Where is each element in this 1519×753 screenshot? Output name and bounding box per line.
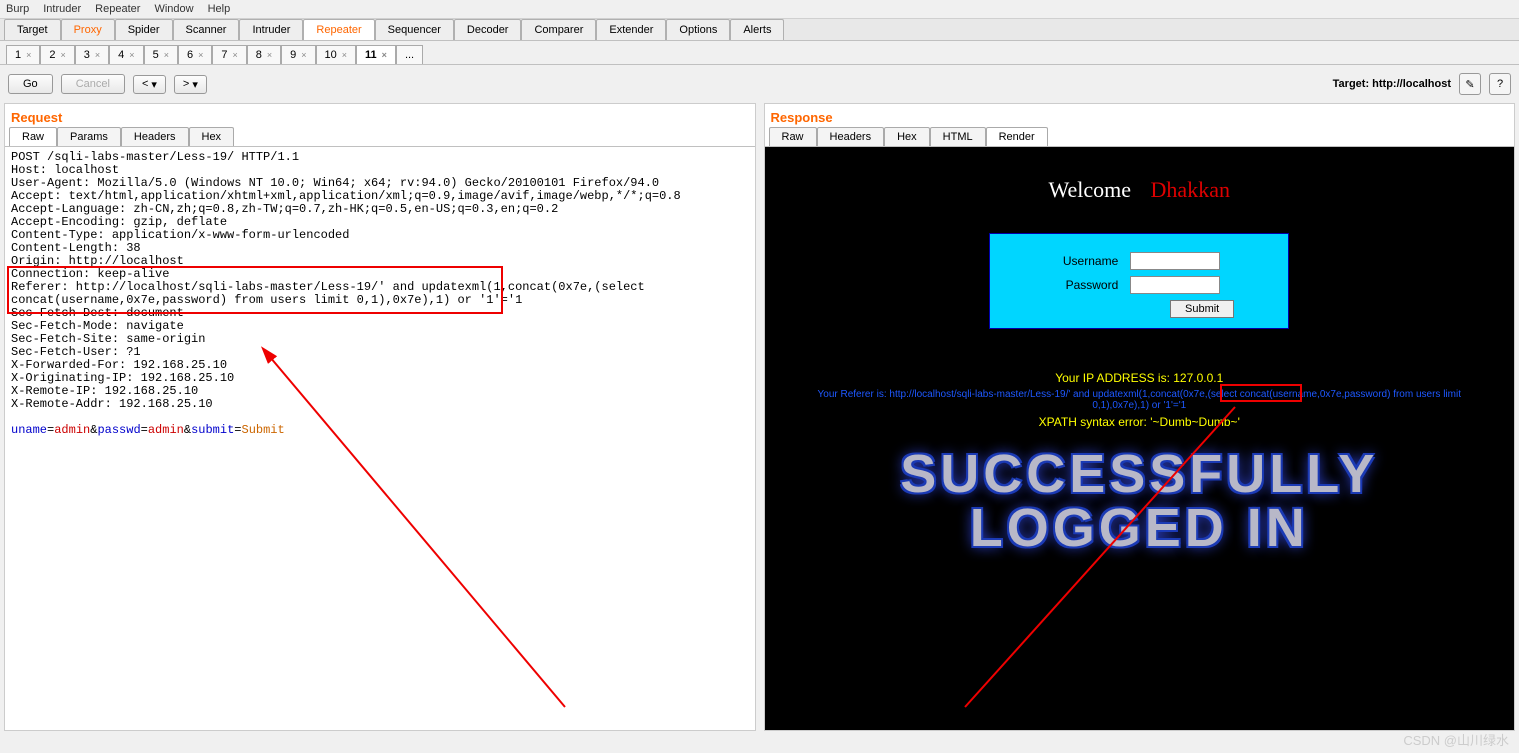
main-tabs: Target Proxy Spider Scanner Intruder Rep… — [0, 18, 1519, 41]
repeater-tab-7[interactable]: 7× — [212, 45, 246, 64]
tab-comparer[interactable]: Comparer — [521, 19, 596, 40]
repeater-tab-1[interactable]: 1× — [6, 45, 40, 64]
ip-address-line: Your IP ADDRESS is: 127.0.0.1 — [1055, 371, 1223, 385]
username-field[interactable] — [1130, 252, 1220, 270]
tab-target[interactable]: Target — [4, 19, 61, 40]
help-button[interactable]: ? — [1489, 73, 1511, 95]
close-icon[interactable]: × — [267, 50, 272, 60]
response-tab-render[interactable]: Render — [986, 127, 1048, 146]
repeater-tab-2[interactable]: 2× — [40, 45, 74, 64]
login-form: Username Password Submit — [989, 233, 1289, 329]
tab-decoder[interactable]: Decoder — [454, 19, 522, 40]
tab-spider[interactable]: Spider — [115, 19, 173, 40]
request-tab-hex[interactable]: Hex — [189, 127, 235, 146]
close-icon[interactable]: × — [232, 50, 237, 60]
username-label: Username — [1058, 254, 1118, 268]
tab-options[interactable]: Options — [666, 19, 730, 40]
request-raw-area[interactable]: POST /sqli-labs-master/Less-19/ HTTP/1.1… — [5, 147, 755, 730]
repeater-tab-4[interactable]: 4× — [109, 45, 143, 64]
repeater-tab-5[interactable]: 5× — [144, 45, 178, 64]
split-view: Request Raw Params Headers Hex POST /sql… — [0, 103, 1519, 731]
submit-button[interactable]: Submit — [1170, 300, 1234, 318]
prev-button[interactable]: <▾ — [133, 75, 166, 94]
menubar: Burp Intruder Repeater Window Help — [0, 0, 1519, 18]
tab-proxy[interactable]: Proxy — [61, 19, 115, 40]
response-subtabs: Raw Headers Hex HTML Render — [765, 127, 1515, 147]
response-tab-headers[interactable]: Headers — [817, 127, 885, 146]
xpath-error-line: XPATH syntax error: '~Dumb~Dumb~' — [1039, 415, 1240, 429]
menu-repeater[interactable]: Repeater — [95, 3, 140, 15]
response-tab-html[interactable]: HTML — [930, 127, 986, 146]
close-icon[interactable]: × — [382, 50, 387, 60]
question-icon: ? — [1497, 78, 1503, 90]
success-banner: SUCCESSFULLY LOGGED IN — [900, 447, 1378, 555]
menu-burp[interactable]: Burp — [6, 3, 29, 15]
repeater-tab-11[interactable]: 11× — [356, 45, 396, 64]
close-icon[interactable]: × — [342, 50, 347, 60]
close-icon[interactable]: × — [61, 50, 66, 60]
close-icon[interactable]: × — [26, 50, 31, 60]
response-pane: Response Raw Headers Hex HTML Render Wel… — [764, 103, 1516, 731]
menu-help[interactable]: Help — [208, 3, 231, 15]
edit-target-button[interactable]: ✎ — [1459, 73, 1481, 95]
request-pane: Request Raw Params Headers Hex POST /sql… — [4, 103, 756, 731]
request-subtabs: Raw Params Headers Hex — [5, 127, 755, 147]
response-title: Response — [765, 104, 1515, 127]
tab-intruder[interactable]: Intruder — [239, 19, 303, 40]
tab-scanner[interactable]: Scanner — [173, 19, 240, 40]
close-icon[interactable]: × — [95, 50, 100, 60]
response-tab-raw[interactable]: Raw — [769, 127, 817, 146]
password-label: Password — [1058, 278, 1118, 292]
chevron-down-icon: ▾ — [192, 78, 198, 91]
tab-extender[interactable]: Extender — [596, 19, 666, 40]
cancel-button[interactable]: Cancel — [61, 74, 125, 94]
repeater-toolbar: Go Cancel <▾ >▾ Target: http://localhost… — [0, 65, 1519, 103]
tab-alerts[interactable]: Alerts — [730, 19, 784, 40]
repeater-tab-9[interactable]: 9× — [281, 45, 315, 64]
close-icon[interactable]: × — [129, 50, 134, 60]
repeater-tab-3[interactable]: 3× — [75, 45, 109, 64]
repeater-tab-overflow[interactable]: ... — [396, 45, 423, 64]
pencil-icon: ✎ — [1465, 78, 1474, 91]
repeater-tab-8[interactable]: 8× — [247, 45, 281, 64]
close-icon[interactable]: × — [198, 50, 203, 60]
menu-intruder[interactable]: Intruder — [43, 3, 81, 15]
menu-window[interactable]: Window — [154, 3, 193, 15]
response-tab-hex[interactable]: Hex — [884, 127, 930, 146]
xpath-error-value: '~Dumb~Dumb~' — [1150, 415, 1240, 429]
watermark: CSDN @山川绿水 — [1403, 730, 1509, 749]
chevron-down-icon: ▾ — [151, 78, 157, 91]
repeater-tabs: 1× 2× 3× 4× 5× 6× 7× 8× 9× 10× 11× ... — [0, 41, 1519, 65]
response-render-area: Welcome Dhakkan Username Password Submit… — [765, 147, 1515, 730]
request-tab-params[interactable]: Params — [57, 127, 121, 146]
tab-sequencer[interactable]: Sequencer — [375, 19, 454, 40]
tab-repeater[interactable]: Repeater — [303, 19, 374, 40]
welcome-heading: Welcome Dhakkan — [1049, 177, 1230, 203]
referer-line: Your Referer is: http://localhost/sqli-l… — [789, 389, 1489, 411]
password-field[interactable] — [1130, 276, 1220, 294]
target-label: Target: http://localhost — [1333, 78, 1451, 90]
close-icon[interactable]: × — [301, 50, 306, 60]
request-tab-headers[interactable]: Headers — [121, 127, 189, 146]
next-button[interactable]: >▾ — [174, 75, 207, 94]
close-icon[interactable]: × — [164, 50, 169, 60]
repeater-tab-6[interactable]: 6× — [178, 45, 212, 64]
go-button[interactable]: Go — [8, 74, 53, 94]
request-tab-raw[interactable]: Raw — [9, 127, 57, 146]
request-title: Request — [5, 104, 755, 127]
repeater-tab-10[interactable]: 10× — [316, 45, 357, 64]
